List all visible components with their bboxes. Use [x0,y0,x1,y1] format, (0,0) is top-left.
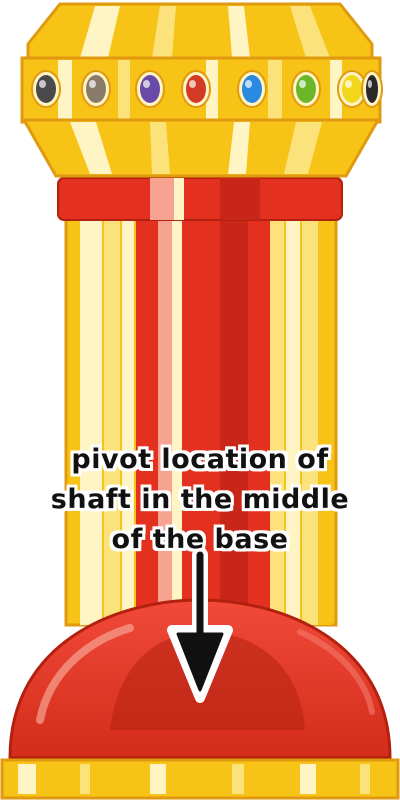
gem-black-icon [361,70,383,108]
gem-red-icon [181,70,211,108]
pivot-annotation: pivot location of shaft in the middle of… [0,440,400,560]
annotation-line-3: of the base [111,524,289,555]
gem-green-icon [291,70,321,108]
gem-dark-grey-icon [31,70,61,108]
gem-taupe-icon [81,70,111,108]
high-striker-tower [0,2,400,800]
gem-blue-icon [237,70,267,108]
collar-band [57,177,343,221]
gem-purple-icon [135,70,165,108]
base-plate [0,758,400,800]
annotation-line-2: shaft in the middle [50,484,350,515]
annotation-line-1: pivot location of [71,444,329,475]
